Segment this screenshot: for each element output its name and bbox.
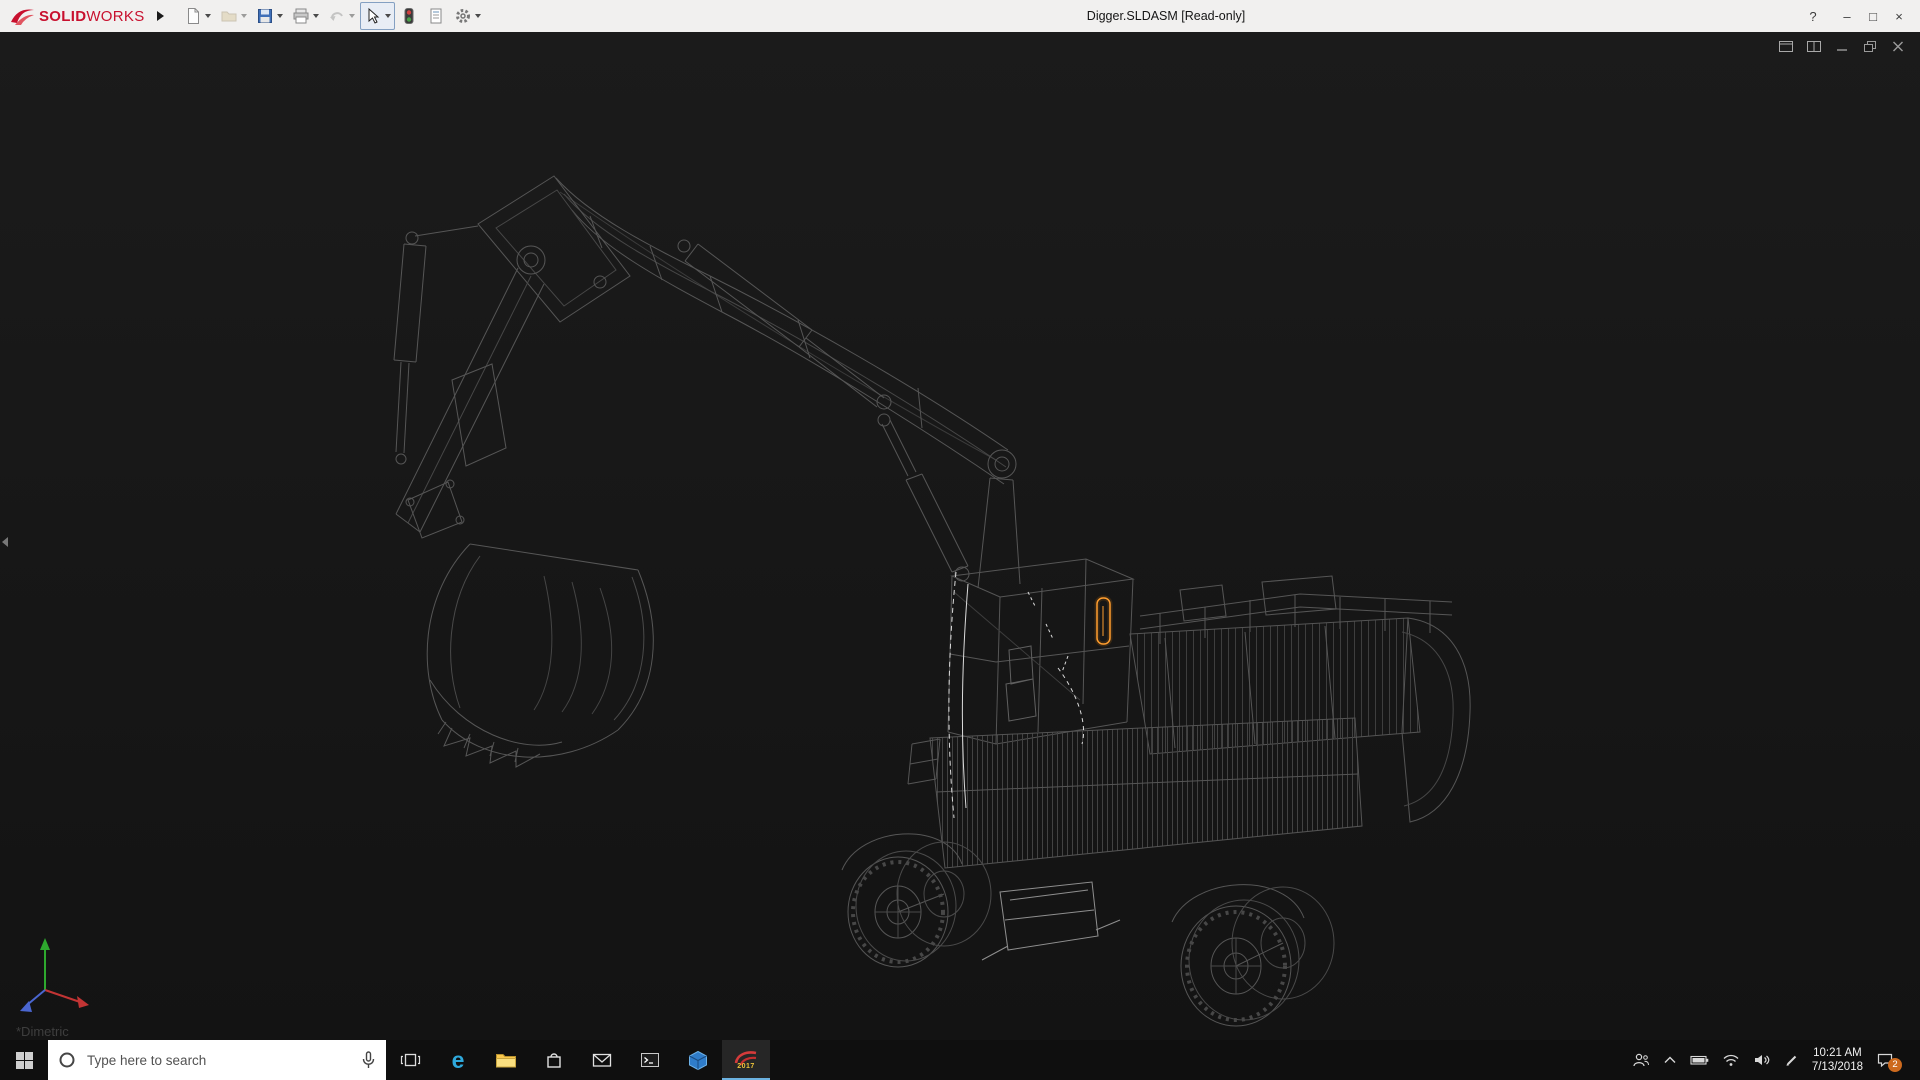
model-stabilizer-blade[interactable] — [981, 881, 1121, 961]
close-button[interactable]: × — [1886, 9, 1912, 24]
solidworks-app-button[interactable]: 2017 — [722, 1040, 770, 1080]
dropdown-caret-icon[interactable] — [312, 14, 319, 18]
file-explorer-button[interactable] — [482, 1040, 530, 1080]
window-title: Digger.SLDASM [Read-only] — [1086, 9, 1246, 23]
blue-cube-icon — [689, 1050, 707, 1070]
standard-toolbar — [180, 2, 485, 30]
model-bucket[interactable] — [426, 543, 654, 768]
rebuild-traffic-light-icon — [404, 8, 414, 24]
new-document-icon — [187, 8, 199, 24]
microphone-icon[interactable] — [361, 1051, 376, 1069]
search-input[interactable] — [85, 1051, 352, 1069]
command-prompt-button[interactable] — [626, 1040, 674, 1080]
taskbar-search[interactable] — [48, 1040, 386, 1080]
featuremanager-flyout-arrow[interactable] — [2, 537, 8, 547]
clock-date: 7/13/2018 — [1811, 1061, 1863, 1073]
options-gear-icon — [455, 9, 470, 23]
file-properties-icon — [430, 8, 442, 24]
print-icon — [293, 8, 309, 24]
cortana-ring-icon — [59, 1052, 75, 1068]
dassault-swoosh-icon — [11, 9, 34, 25]
solidworks-year-label: 2017 — [737, 1063, 755, 1070]
file-properties-button[interactable] — [423, 2, 449, 30]
mail-envelope-icon — [592, 1053, 612, 1067]
edrawings-button[interactable] — [674, 1040, 722, 1080]
brand-wordmark: SOLIDWORKS — [39, 8, 145, 25]
doc-window-icon-2[interactable] — [1804, 38, 1824, 54]
doc-window-icon[interactable] — [1776, 38, 1796, 54]
taskbar-clock[interactable]: 10:21 AM 7/13/2018 — [1812, 1046, 1863, 1074]
people-icon[interactable] — [1632, 1052, 1650, 1068]
options-button[interactable] — [450, 2, 485, 30]
edge-button[interactable]: e — [434, 1040, 482, 1080]
solidworks-app-icon: 2017 — [734, 1050, 758, 1070]
notification-badge: 2 — [1888, 1058, 1902, 1072]
volume-icon[interactable] — [1753, 1053, 1771, 1067]
rebuild-button[interactable] — [396, 2, 422, 30]
open-folder-icon — [221, 11, 237, 22]
brand-works: WORKS — [86, 7, 145, 25]
file-explorer-icon — [496, 1054, 516, 1068]
save-icon — [257, 9, 272, 23]
model-undercarriage-wheels[interactable] — [841, 833, 1335, 1027]
store-bag-icon — [547, 1052, 561, 1068]
maximize-button[interactable]: □ — [1860, 9, 1886, 24]
select-cursor-icon — [368, 7, 379, 24]
model-boom-arm[interactable] — [393, 175, 1021, 589]
orientation-triad — [20, 938, 89, 1012]
doc-restore-icon[interactable] — [1860, 38, 1880, 54]
dropdown-caret-icon[interactable] — [384, 14, 391, 18]
start-button[interactable] — [0, 1040, 48, 1080]
document-window-controls — [1776, 38, 1908, 54]
dropdown-caret-icon[interactable] — [348, 14, 355, 18]
undo-button[interactable] — [324, 2, 359, 30]
doc-close-icon[interactable] — [1888, 38, 1908, 54]
windows-taskbar: e 2017 — [0, 1040, 1920, 1080]
action-center-button[interactable]: 2 — [1876, 1052, 1902, 1072]
edge-icon: e — [451, 1046, 465, 1073]
new-document-button[interactable] — [180, 2, 215, 30]
dropdown-caret-icon[interactable] — [204, 14, 211, 18]
solidworks-logo: SOLIDWORKS — [0, 6, 145, 26]
hidden-icons-chevron-icon[interactable] — [1663, 1054, 1677, 1066]
help-button[interactable]: ? — [1800, 9, 1826, 24]
mail-button[interactable] — [578, 1040, 626, 1080]
task-view-icon — [400, 1053, 420, 1067]
store-button[interactable] — [530, 1040, 578, 1080]
clock-time: 10:21 AM — [1813, 1047, 1862, 1059]
save-button[interactable] — [252, 2, 287, 30]
windows-logo-icon — [15, 1051, 33, 1069]
model-wireframe-excavator[interactable] — [0, 32, 1920, 1040]
minimize-button[interactable]: – — [1834, 9, 1860, 24]
print-button[interactable] — [288, 2, 323, 30]
battery-icon[interactable] — [1690, 1054, 1709, 1066]
doc-minimize-icon[interactable] — [1832, 38, 1852, 54]
wifi-icon[interactable] — [1722, 1053, 1740, 1067]
system-tray: 10:21 AM 7/13/2018 2 — [1632, 1040, 1920, 1080]
view-orientation-label: *Dimetric — [16, 1024, 69, 1039]
pen-icon[interactable] — [1784, 1053, 1799, 1068]
graphics-viewport[interactable]: *Dimetric — [0, 32, 1920, 1040]
brand-solid: SOLID — [39, 7, 87, 25]
solidworks-desktop: { "titlebar": { "brand_primary": "SOLID"… — [0, 0, 1920, 1080]
taskbar-apps: e 2017 — [386, 1040, 770, 1080]
select-tool-button[interactable] — [359, 2, 395, 30]
undo-icon — [329, 12, 343, 21]
task-view-button[interactable] — [386, 1040, 434, 1080]
open-button[interactable] — [216, 2, 251, 30]
dropdown-caret-icon[interactable] — [474, 14, 481, 18]
command-prompt-icon — [641, 1053, 659, 1067]
window-controls: ? – □ × — [1800, 0, 1912, 32]
dropdown-caret-icon[interactable] — [240, 14, 247, 18]
menu-expand-arrow[interactable] — [156, 11, 164, 21]
titlebar: SOLIDWORKS Digger.SLDASM [Read-only] ? –… — [0, 0, 1920, 32]
dropdown-caret-icon[interactable] — [276, 14, 283, 18]
model-body-cab[interactable] — [907, 558, 1471, 869]
model-selected-component[interactable] — [1094, 595, 1113, 647]
